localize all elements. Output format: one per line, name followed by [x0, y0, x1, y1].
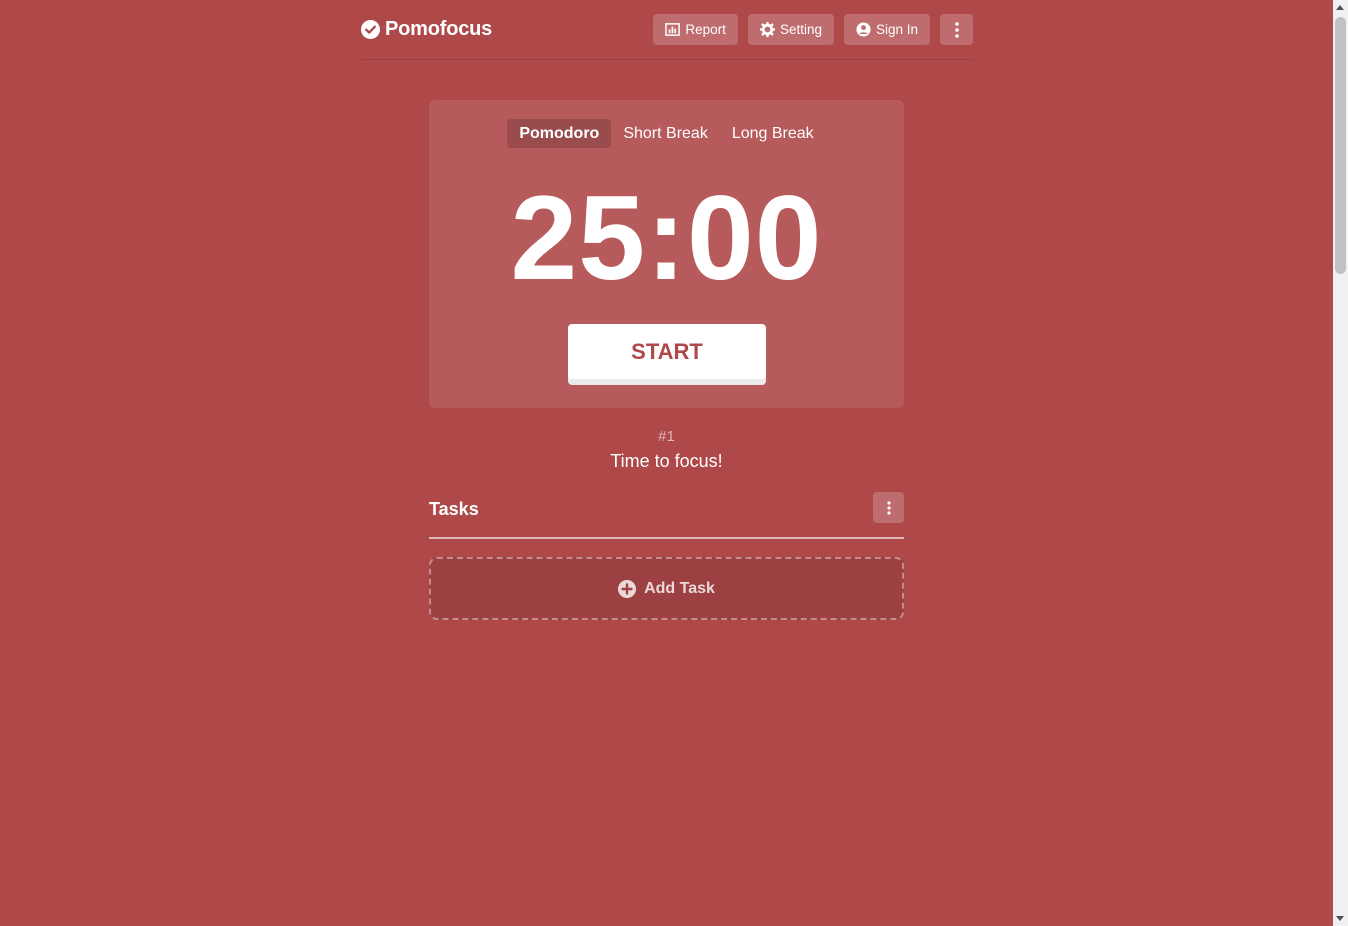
- setting-button[interactable]: Setting: [747, 14, 834, 45]
- logo-text: Pomofocus: [385, 18, 493, 40]
- timer-card: Pomodoro Short Break Long Break 25:00 ST…: [429, 100, 904, 408]
- nav-bar: Report Setting Sign In: [653, 14, 973, 45]
- chart-icon: [665, 22, 681, 37]
- user-circle-icon: [856, 22, 871, 37]
- logo[interactable]: Pomofocus: [361, 18, 492, 41]
- report-button[interactable]: Report: [653, 14, 738, 45]
- page: Pomofocus Report Setting Sign In Pomodor…: [0, 0, 1348, 926]
- tab-long-break[interactable]: Long Break: [720, 119, 826, 148]
- tab-pomodoro[interactable]: Pomodoro: [507, 119, 612, 148]
- gear-icon: [759, 22, 775, 37]
- more-menu-button[interactable]: [940, 14, 973, 45]
- scroll-down-icon[interactable]: [1336, 916, 1344, 921]
- signin-label: Sign In: [875, 22, 918, 37]
- tasks-menu-button[interactable]: [873, 492, 904, 523]
- tasks-header: Tasks: [429, 492, 904, 539]
- scroll-up-icon[interactable]: [1336, 5, 1344, 10]
- add-task-button[interactable]: Add Task: [429, 557, 904, 620]
- tab-short-break[interactable]: Short Break: [611, 119, 719, 148]
- add-task-label: Add Task: [644, 579, 715, 597]
- signin-button[interactable]: Sign In: [843, 14, 930, 45]
- tasks-title: Tasks: [429, 499, 479, 519]
- session-number[interactable]: #1: [429, 428, 904, 445]
- scroll-thumb[interactable]: [1335, 17, 1346, 274]
- setting-label: Setting: [779, 22, 822, 37]
- session-message: Time to focus!: [610, 451, 723, 471]
- check-circle-icon: [361, 20, 380, 39]
- report-label: Report: [685, 22, 726, 37]
- vertical-dots-icon: [886, 500, 891, 515]
- vertical-scrollbar[interactable]: [1333, 0, 1348, 926]
- header: Pomofocus Report Setting Sign In: [361, 0, 973, 60]
- vertical-dots-icon: [954, 21, 959, 38]
- timer-display: 25:00: [510, 171, 823, 305]
- plus-circle-icon: [618, 579, 637, 598]
- start-button[interactable]: START: [568, 324, 766, 379]
- mode-tabs: Pomodoro Short Break Long Break: [429, 119, 904, 148]
